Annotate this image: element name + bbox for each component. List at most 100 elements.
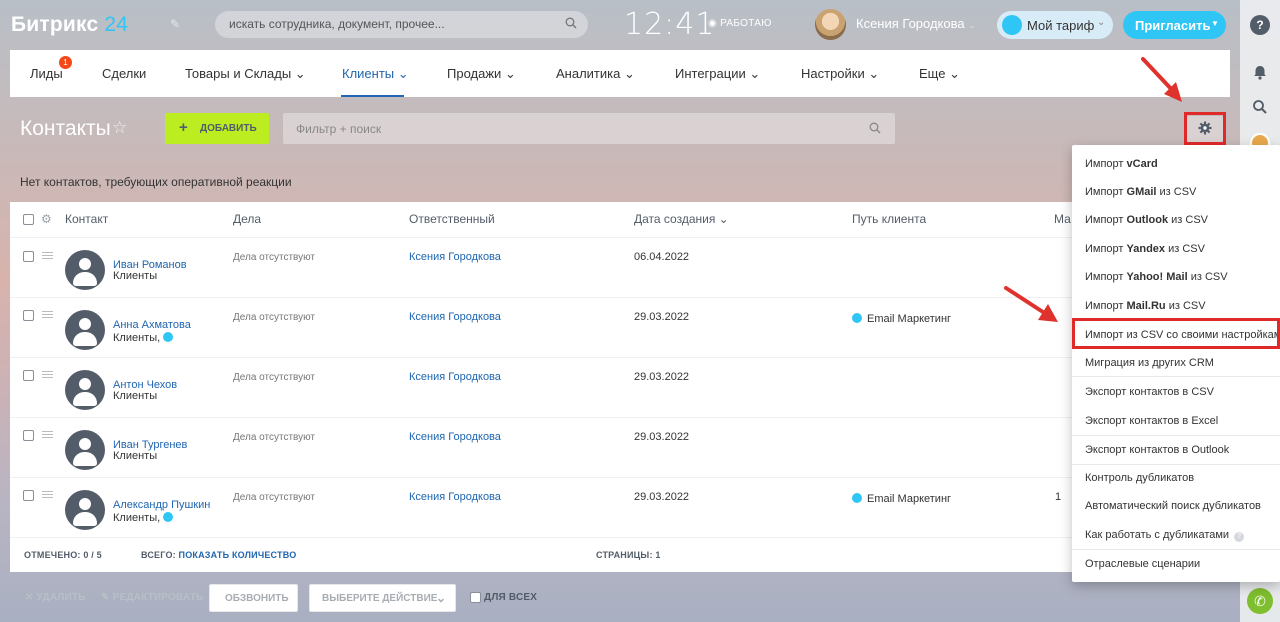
row-checkbox[interactable] bbox=[23, 310, 34, 321]
contact-name[interactable]: Александр Пушкин bbox=[113, 499, 210, 511]
client-path[interactable]: Email Маркетинг bbox=[852, 313, 951, 325]
responsible-link[interactable]: Ксения Городкова bbox=[409, 371, 501, 383]
call-button[interactable]: ОБЗВОНИТЬ bbox=[209, 584, 298, 612]
search-icon[interactable] bbox=[565, 17, 577, 29]
help-icon[interactable]: ? bbox=[1234, 532, 1245, 542]
work-status[interactable]: ◉ РАБОТАЮ bbox=[708, 18, 772, 29]
col-client-path[interactable]: Путь клиента bbox=[852, 212, 926, 226]
menu-item-migration[interactable]: Миграция из других CRM bbox=[1085, 357, 1214, 369]
phone-icon[interactable]: ✆ bbox=[1247, 588, 1273, 614]
responsible-link[interactable]: Ксения Городкова bbox=[409, 251, 501, 263]
row-checkbox[interactable] bbox=[23, 370, 34, 381]
menu-item-export-excel[interactable]: Экспорт контактов в Excel bbox=[1085, 415, 1218, 427]
menu-item-import-yandex[interactable]: Импорт Yandex из CSV bbox=[1085, 243, 1205, 255]
sort-chevron-icon: ⌄ bbox=[718, 212, 729, 226]
favorite-star-icon[interactable]: ☆ bbox=[112, 118, 127, 138]
tab-settings[interactable]: Настройки ⌄ bbox=[801, 66, 879, 82]
edit-button[interactable]: ✎ РЕДАКТИРОВАТЬ bbox=[101, 592, 204, 603]
col-responsible[interactable]: Ответственный bbox=[409, 212, 495, 226]
global-search-input[interactable]: искать сотрудника, документ, прочее... bbox=[215, 11, 588, 38]
menu-divider bbox=[1072, 464, 1280, 465]
contact-type: Клиенты, bbox=[113, 512, 174, 524]
notifications-bell-icon[interactable] bbox=[1250, 62, 1270, 82]
tab-sales[interactable]: Продажи ⌄ bbox=[447, 66, 516, 82]
menu-item-export-outlook[interactable]: Экспорт контактов в Outlook bbox=[1085, 444, 1229, 456]
logo[interactable]: Битрикс 24 bbox=[11, 13, 128, 37]
col-created[interactable]: Дата создания ⌄ bbox=[634, 212, 729, 226]
table-row[interactable]: Александр Пушкин Клиенты, Дела отсутству… bbox=[10, 478, 1230, 538]
tariff-label: Мой тариф bbox=[1027, 18, 1095, 33]
action-select-label: ВЫБЕРИТЕ ДЕЙСТВИЕ bbox=[322, 593, 438, 604]
menu-item-export-csv[interactable]: Экспорт контактов в CSV bbox=[1085, 386, 1214, 398]
notice-text: Нет контактов, требующих оперативной реа… bbox=[20, 175, 292, 189]
menu-item-auto-duplicate-search[interactable]: Автоматический поиск дубликатов bbox=[1085, 500, 1261, 512]
search-icon[interactable] bbox=[869, 122, 881, 134]
edit-logo-icon[interactable]: ✎ bbox=[170, 17, 180, 31]
caret-down-icon: ▼ bbox=[1211, 19, 1219, 28]
created-date: 29.03.2022 bbox=[634, 311, 690, 323]
tab-leads[interactable]: Лиды bbox=[30, 66, 63, 81]
menu-item-import-gmail[interactable]: Импорт GMail из CSV bbox=[1085, 186, 1196, 198]
drag-handle-icon[interactable] bbox=[42, 311, 53, 318]
client-path[interactable]: Email Маркетинг bbox=[852, 493, 951, 505]
responsible-link[interactable]: Ксения Городкова bbox=[409, 431, 501, 443]
tab-products[interactable]: Товары и Склады ⌄ bbox=[185, 66, 306, 82]
menu-text: Экспорт контактов в CSV bbox=[1085, 386, 1214, 398]
divider bbox=[10, 537, 1230, 538]
chevron-down-icon: ⌄ bbox=[968, 20, 976, 30]
tab-more[interactable]: Еще ⌄ bbox=[919, 66, 960, 82]
tab-integrations[interactable]: Интеграции ⌄ bbox=[675, 66, 760, 82]
help-icon[interactable]: ? bbox=[1250, 15, 1270, 35]
menu-item-duplicates-help[interactable]: Как работать с дубликатами? bbox=[1085, 529, 1245, 542]
menu-item-import-outlook[interactable]: Импорт Outlook из CSV bbox=[1085, 214, 1208, 226]
drag-handle-icon[interactable] bbox=[42, 371, 53, 378]
menu-item-duplicate-control[interactable]: Контроль дубликатов bbox=[1085, 472, 1194, 484]
table-row[interactable]: Антон Чехов Клиенты Дела отсутствуют Ксе… bbox=[10, 358, 1230, 418]
chevron-down-icon: ⌄ bbox=[1097, 17, 1106, 28]
extra-value: 1 bbox=[1055, 491, 1062, 503]
contact-name[interactable]: Анна Ахматова bbox=[113, 319, 191, 331]
menu-item-import-vcard[interactable]: Импорт vCard bbox=[1085, 158, 1158, 170]
page-number[interactable]: 1 bbox=[655, 550, 660, 560]
add-contact-button[interactable]: + ДОБАВИТЬ bbox=[165, 113, 269, 144]
my-tariff-button[interactable]: Мой тариф ⌄ bbox=[997, 11, 1113, 39]
menu-item-import-mailru[interactable]: Импорт Mail.Ru из CSV bbox=[1085, 300, 1206, 312]
row-checkbox[interactable] bbox=[23, 251, 34, 262]
responsible-link[interactable]: Ксения Городкова bbox=[409, 311, 501, 323]
filter-search-input[interactable]: Фильтр + поиск bbox=[283, 113, 895, 144]
menu-item-industry-scenarios[interactable]: Отраслевые сценарии bbox=[1085, 558, 1200, 570]
tab-analytics[interactable]: Аналитика ⌄ bbox=[556, 66, 635, 82]
invite-button[interactable]: Пригласить ▼ bbox=[1123, 11, 1226, 39]
show-count-link[interactable]: ПОКАЗАТЬ КОЛИЧЕСТВО bbox=[179, 550, 297, 560]
table-row[interactable]: Иван Тургенев Клиенты Дела отсутствуют К… bbox=[10, 418, 1230, 478]
row-checkbox[interactable] bbox=[23, 490, 34, 501]
drag-handle-icon[interactable] bbox=[42, 252, 53, 259]
delete-button[interactable]: ✕ УДАЛИТЬ bbox=[25, 592, 86, 603]
clock[interactable]: 12:41 bbox=[624, 7, 715, 42]
gear-icon[interactable]: ⚙ bbox=[41, 212, 52, 226]
action-select[interactable]: ВЫБЕРИТЕ ДЕЙСТВИЕ ⌄ bbox=[309, 584, 456, 612]
tab-label: Интеграции bbox=[675, 66, 746, 81]
drag-handle-icon[interactable] bbox=[42, 431, 53, 438]
col-extra[interactable]: Ма bbox=[1054, 212, 1071, 226]
menu-text: Импорт bbox=[1085, 271, 1127, 283]
menu-text: Импорт bbox=[1085, 158, 1127, 170]
menu-item-import-yahoo[interactable]: Импорт Yahoo! Mail из CSV bbox=[1085, 271, 1228, 283]
responsible-link[interactable]: Ксения Городкова bbox=[409, 491, 501, 503]
user-avatar[interactable] bbox=[815, 9, 846, 40]
crm-navigation: Лиды 1 Сделки Товары и Склады ⌄ Клиенты … bbox=[10, 50, 1230, 97]
tab-deals[interactable]: Сделки bbox=[102, 66, 146, 81]
drag-handle-icon[interactable] bbox=[42, 491, 53, 498]
search-icon[interactable] bbox=[1250, 97, 1270, 117]
select-all-checkbox[interactable] bbox=[23, 214, 34, 225]
tab-clients[interactable]: Клиенты ⌄ bbox=[342, 66, 409, 82]
for-all-checkbox[interactable] bbox=[470, 592, 481, 603]
user-menu[interactable]: Ксения Городкова ⌄ bbox=[856, 16, 976, 31]
row-checkbox[interactable] bbox=[23, 430, 34, 441]
col-deals[interactable]: Дела bbox=[233, 212, 261, 226]
chevron-down-icon: ⌄ bbox=[623, 66, 635, 81]
tab-label: Аналитика bbox=[556, 66, 621, 81]
avatar bbox=[65, 370, 105, 410]
col-contact[interactable]: Контакт bbox=[65, 212, 108, 226]
invite-label: Пригласить bbox=[1135, 18, 1211, 33]
